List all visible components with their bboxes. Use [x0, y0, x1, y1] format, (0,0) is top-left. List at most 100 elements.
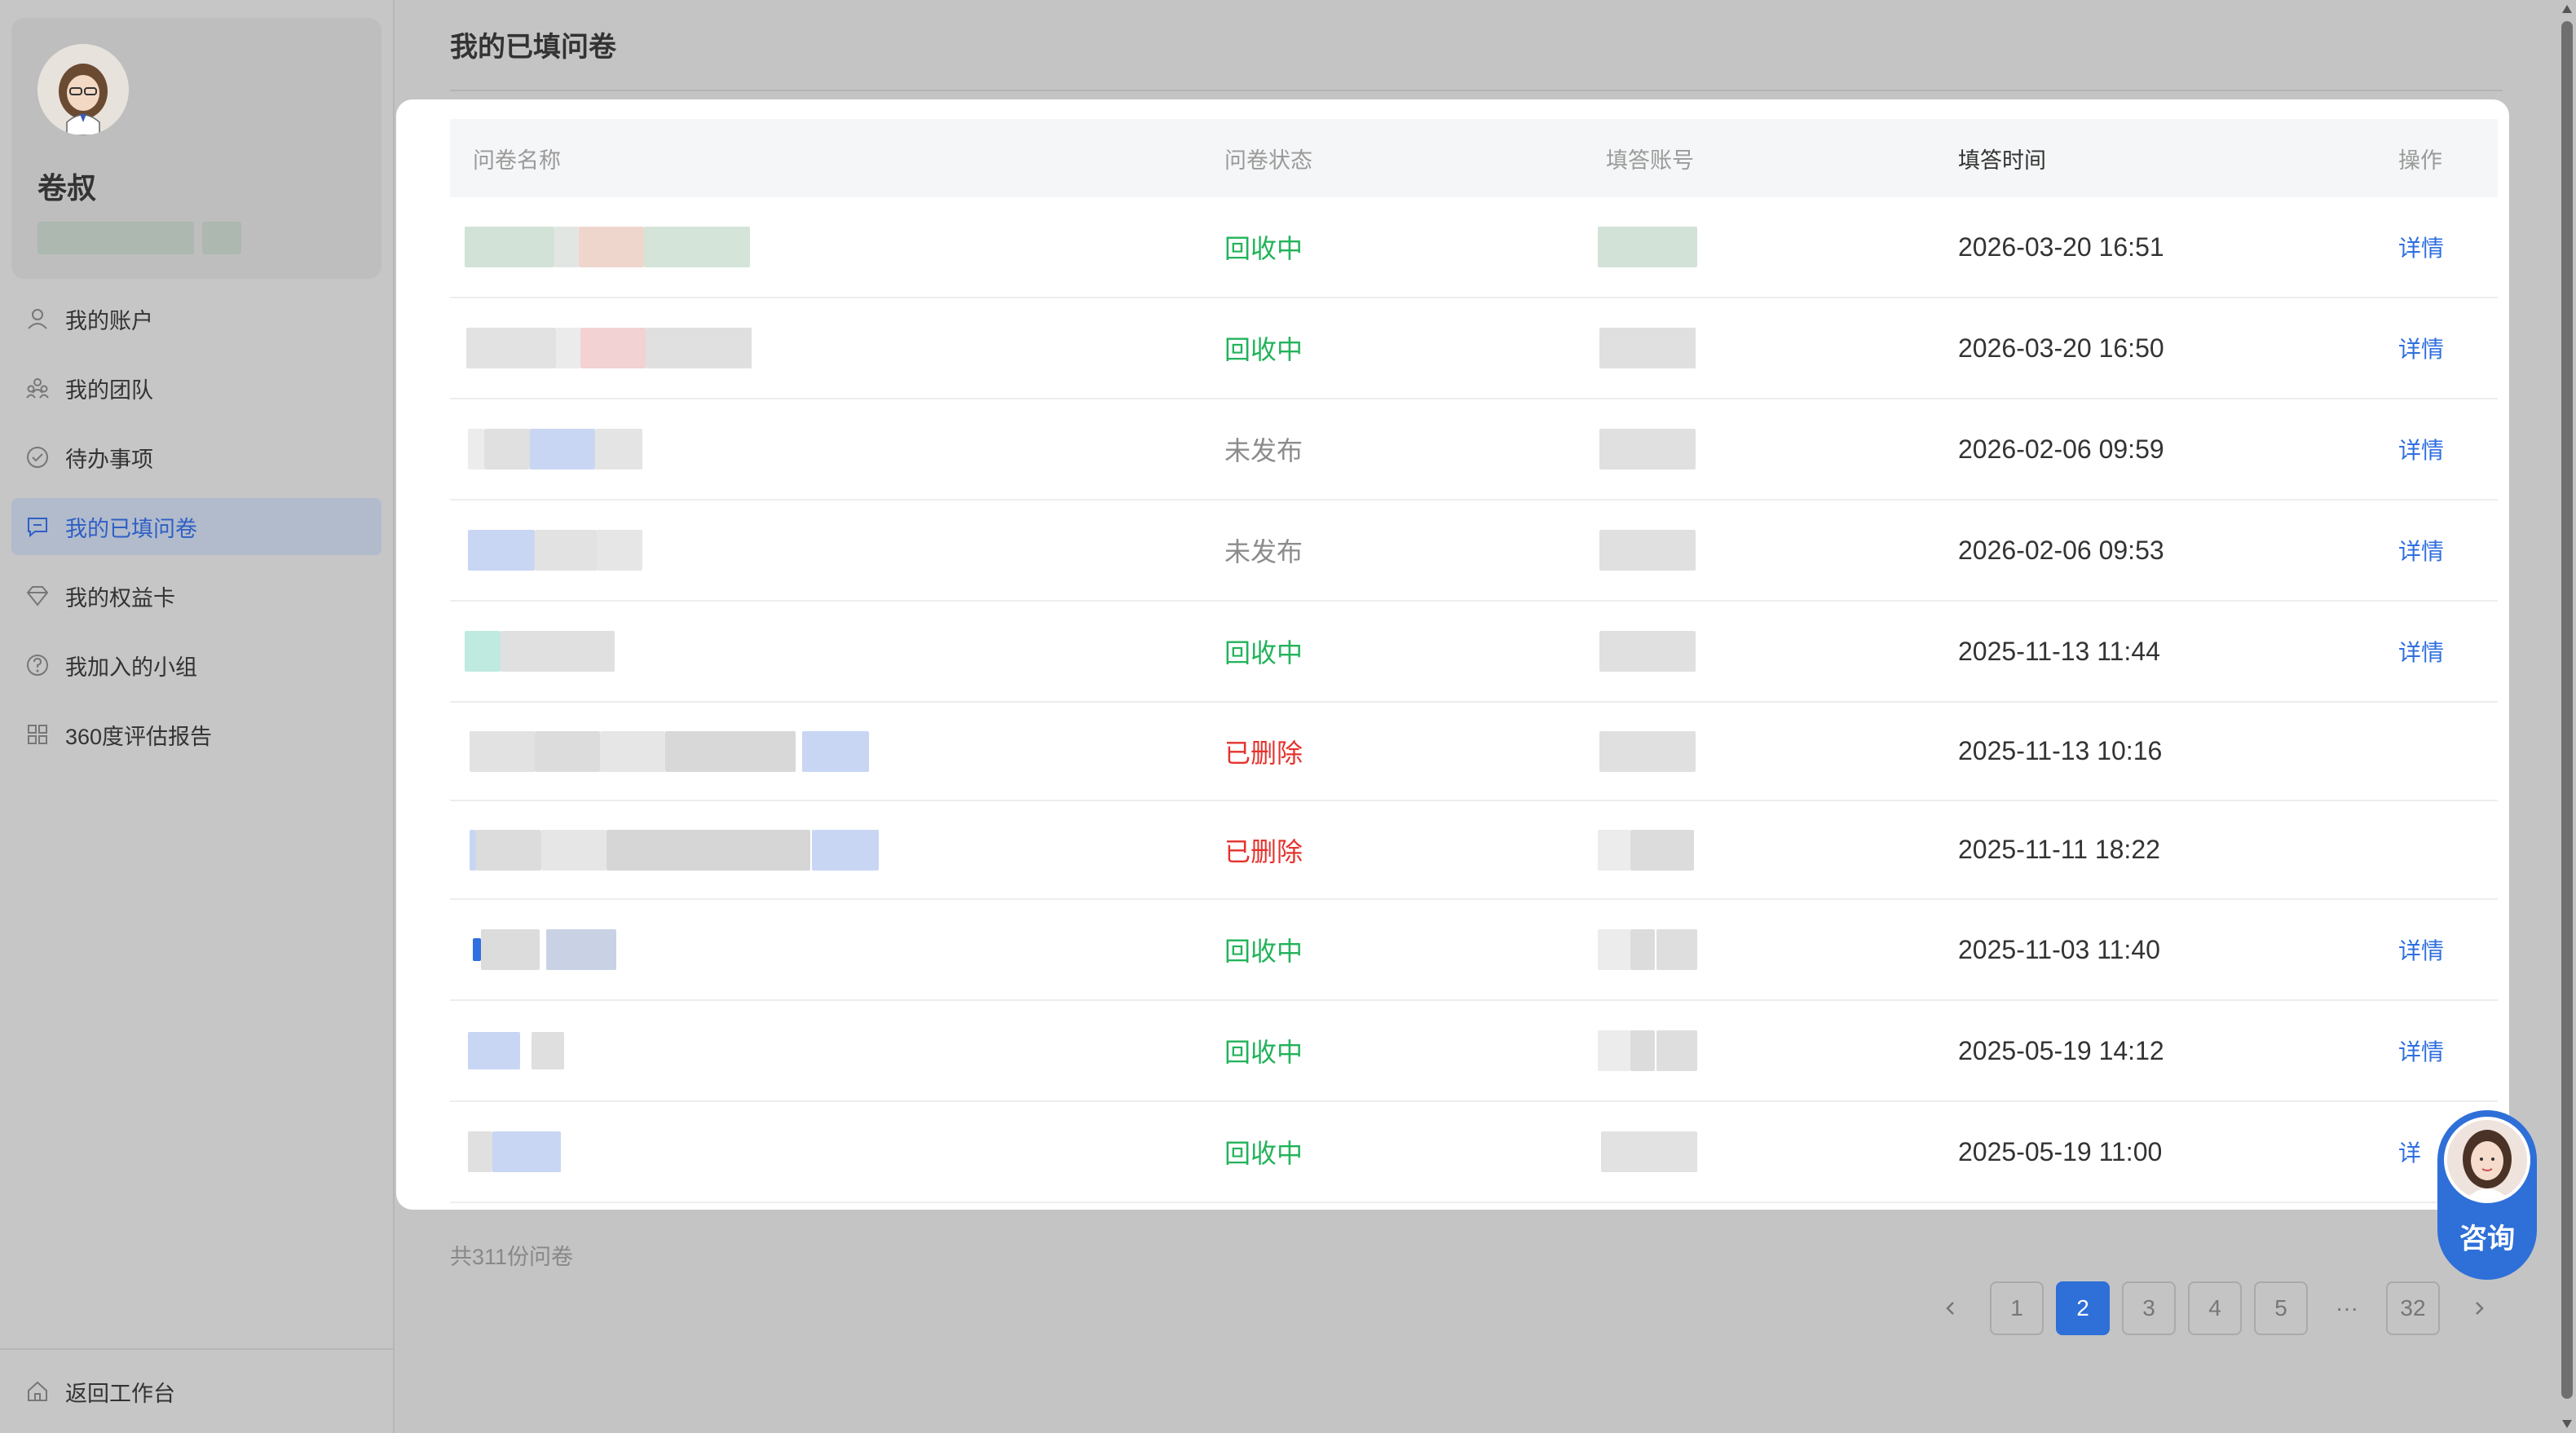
- scroll-down-icon[interactable]: [2562, 1420, 2572, 1428]
- scroll-thumb[interactable]: [2561, 21, 2573, 1399]
- page-button-3[interactable]: 3: [2122, 1281, 2176, 1335]
- avatar[interactable]: [37, 44, 129, 135]
- details-link[interactable]: 详情: [2398, 534, 2498, 567]
- user-icon: [28, 309, 47, 329]
- status-badge: 未发布: [1224, 436, 1303, 465]
- table-row: 未发布 2026-02-06 09:53 详情: [450, 500, 2498, 602]
- sidebar-item-360-report[interactable]: 360度评估报告: [11, 706, 382, 763]
- grid-icon: [28, 725, 47, 744]
- header-time: 填答时间: [1958, 148, 2046, 173]
- filled-time: 2025-11-03 11:40: [1958, 934, 2160, 964]
- account-blurred: [1591, 298, 1958, 398]
- filled-time: 2026-02-06 09:53: [1958, 535, 2164, 565]
- status-badge: 已删除: [1224, 738, 1303, 768]
- consult-label: 咨询: [2459, 1224, 2515, 1254]
- filled-time: 2025-11-13 11:44: [1958, 636, 2160, 666]
- team-icon: [26, 378, 49, 399]
- sidebar-item-label: 我的已填问卷: [65, 516, 197, 541]
- details-link[interactable]: 详情: [2398, 635, 2498, 668]
- header-survey-name: 问卷名称: [473, 148, 561, 173]
- table-row: 回收中 2025-05-19 14:12 详情: [450, 1001, 2498, 1102]
- sidebar-item-todo[interactable]: 待办事项: [11, 429, 382, 486]
- account-blurred: [1591, 500, 1958, 600]
- page-button-4[interactable]: 4: [2188, 1281, 2242, 1335]
- sidebar-item-label: 待办事项: [65, 447, 153, 472]
- home-icon: [28, 1381, 47, 1401]
- page-button-5[interactable]: 5: [2254, 1281, 2308, 1335]
- prev-page-button[interactable]: [1924, 1281, 1978, 1335]
- account-blurred: [1591, 1102, 1958, 1202]
- diamond-icon: [26, 586, 49, 606]
- user-info-blurred: [37, 222, 194, 254]
- table-row: 回收中 2025-05-19 11:00 详: [450, 1102, 2498, 1203]
- details-link[interactable]: 详情: [2398, 933, 2498, 966]
- sidebar-item-benefit-card[interactable]: 我的权益卡: [11, 567, 382, 624]
- sidebar-item-label: 我加入的小组: [65, 655, 197, 680]
- survey-name-blurred: [450, 298, 1224, 398]
- sidebar-item-groups[interactable]: 我加入的小组: [11, 637, 382, 694]
- header-action: 操作: [2398, 148, 2442, 173]
- details-link[interactable]: 详情: [2398, 433, 2498, 465]
- account-blurred: [1591, 399, 1958, 499]
- status-badge: 回收中: [1224, 937, 1303, 966]
- sidebar-item-label: 360度评估报告: [65, 724, 213, 749]
- sidebar-item-team[interactable]: 我的团队: [11, 359, 382, 417]
- survey-name-blurred: [450, 1001, 1224, 1100]
- table-header: 问卷名称 问卷状态 填答账号 填答时间 操作: [450, 119, 2498, 197]
- details-link[interactable]: 详情: [2398, 1034, 2498, 1067]
- divider: [450, 90, 2503, 91]
- sidebar-item-label: 我的团队: [65, 377, 153, 403]
- details-link[interactable]: 详情: [2398, 332, 2498, 364]
- table-row: 回收中 2026-03-20 16:50 详情: [450, 298, 2498, 399]
- username: 卷叔: [37, 171, 97, 205]
- sidebar-item-account[interactable]: 我的账户: [11, 290, 382, 347]
- details-link[interactable]: 详情: [2398, 231, 2498, 263]
- page-ellipsis[interactable]: ···: [2320, 1281, 2374, 1335]
- survey-table-card: 问卷名称 问卷状态 填答账号 填答时间 操作 回收中 2026-03-20 16…: [396, 99, 2509, 1210]
- sidebar-item-filled-surveys[interactable]: 我的已填问卷: [11, 498, 382, 555]
- survey-table: 问卷名称 问卷状态 填答账号 填答时间 操作 回收中 2026-03-20 16…: [450, 119, 2498, 1203]
- survey-name-blurred: [450, 801, 1224, 898]
- consultant-avatar: [2444, 1117, 2530, 1203]
- survey-name-blurred: [450, 703, 1224, 800]
- user-info-blurred: [202, 222, 241, 254]
- scroll-up-icon[interactable]: [2562, 5, 2572, 13]
- page-button-1[interactable]: 1: [1990, 1281, 2044, 1335]
- filled-time: 2025-11-11 18:22: [1958, 835, 2160, 864]
- status-badge: 回收中: [1224, 335, 1303, 364]
- total-count: 共311份问卷: [450, 1245, 574, 1269]
- account-blurred: [1591, 900, 1958, 999]
- table-row: 回收中 2025-11-03 11:40 详情: [450, 900, 2498, 1001]
- consult-button[interactable]: 咨询: [2437, 1110, 2537, 1280]
- profile-card: 卷叔: [11, 18, 382, 279]
- scrollbar[interactable]: [2558, 0, 2576, 1433]
- survey-name-blurred: [450, 602, 1224, 701]
- back-to-workbench-label: 返回工作台: [65, 1381, 175, 1406]
- page-title: 我的已填问卷: [450, 32, 616, 63]
- table-row: 回收中 2025-11-13 11:44 详情: [450, 602, 2498, 703]
- table-row: 未发布 2026-02-06 09:59 详情: [450, 399, 2498, 500]
- table-row: 已删除 2025-11-13 10:16: [450, 703, 2498, 801]
- table-row: 回收中 2026-03-20 16:51 详情: [450, 197, 2498, 298]
- survey-name-blurred: [450, 500, 1224, 600]
- sidebar: 卷叔 我的账户 我的团队 待办事项 我的已填问卷 我的权益卡 我加入的小组 36…: [0, 0, 395, 1433]
- survey-name-blurred: [450, 399, 1224, 499]
- back-to-workbench-button[interactable]: 返回工作台: [0, 1348, 395, 1433]
- chevron-left-icon: [1946, 1302, 1954, 1315]
- filled-time: 2026-03-20 16:51: [1958, 231, 2164, 262]
- pagination: 1 2 3 4 5 ··· 32: [1924, 1281, 2518, 1335]
- survey-name-blurred: [450, 197, 1224, 297]
- filled-time: 2025-05-19 14:12: [1958, 1035, 2164, 1065]
- filled-time: 2026-03-20 16:50: [1958, 333, 2164, 363]
- status-badge: 回收中: [1224, 638, 1303, 668]
- page-button-2[interactable]: 2: [2056, 1281, 2110, 1335]
- page-button-last[interactable]: 32: [2386, 1281, 2440, 1335]
- filled-time: 2026-02-06 09:59: [1958, 434, 2164, 464]
- check-circle-icon: [27, 447, 48, 468]
- account-blurred: [1591, 801, 1958, 898]
- status-badge: 回收中: [1224, 1038, 1303, 1067]
- sidebar-menu: 我的账户 我的团队 待办事项 我的已填问卷 我的权益卡 我加入的小组 360度评…: [11, 290, 382, 775]
- next-page-button[interactable]: [2452, 1281, 2506, 1335]
- help-circle-icon: [27, 655, 48, 676]
- filled-time: 2025-11-13 10:16: [1958, 736, 2163, 765]
